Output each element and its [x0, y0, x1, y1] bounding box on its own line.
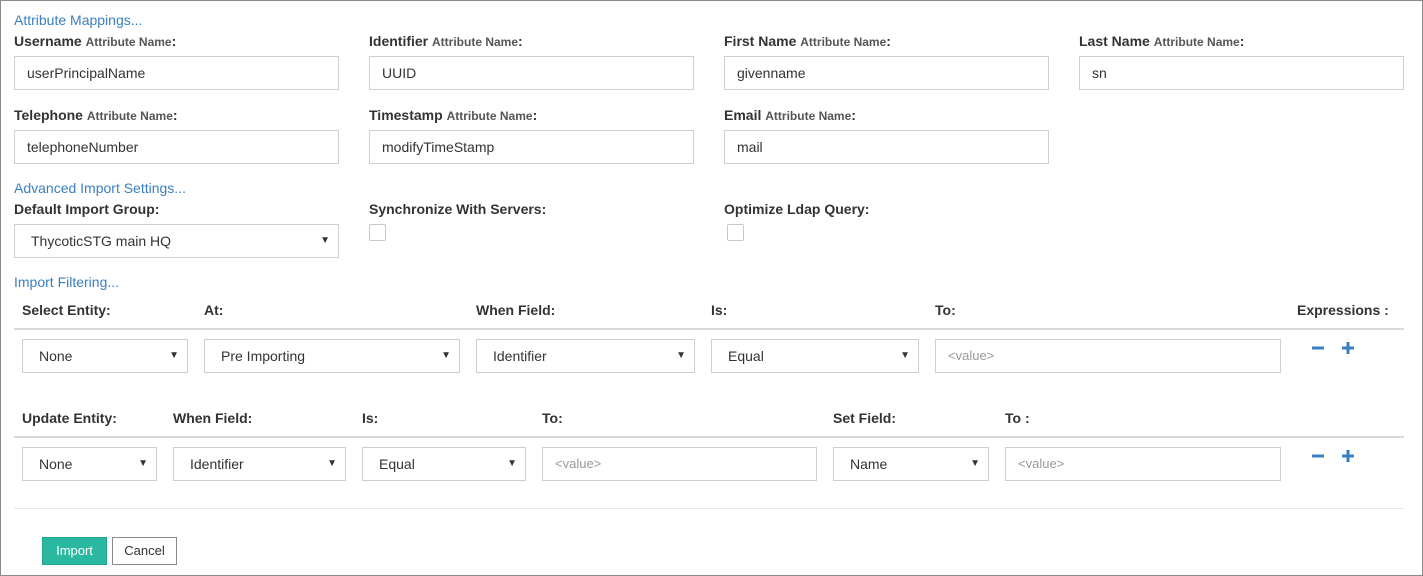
caret-down-icon: ▼: [138, 458, 148, 469]
caret-down-icon: ▼: [441, 350, 451, 361]
filter-at-select[interactable]: Pre Importing ▼: [204, 339, 460, 373]
identifier-input[interactable]: UUID: [369, 56, 694, 90]
set-to-header: To :: [1005, 410, 1030, 426]
cancel-button[interactable]: Cancel: [112, 537, 177, 565]
footer-divider: [14, 508, 1404, 509]
set-field-select[interactable]: Name ▼: [833, 447, 989, 481]
update-is-select[interactable]: Equal ▼: [362, 447, 526, 481]
update-field-value: Identifier: [190, 456, 244, 472]
caret-down-icon: ▼: [900, 350, 910, 361]
when-field-header: When Field:: [476, 302, 556, 318]
is-header: Is:: [711, 302, 728, 318]
add-filter-plus-icon[interactable]: [1341, 341, 1355, 355]
filter-entity-value: None: [39, 348, 73, 364]
update-entity-value: None: [39, 456, 73, 472]
caret-down-icon: ▼: [327, 458, 337, 469]
username-label: Username Attribute Name:: [14, 33, 177, 49]
caret-down-icon: ▼: [169, 350, 179, 361]
attribute-mappings-link[interactable]: Attribute Mappings...: [14, 12, 142, 28]
set-field-header: Set Field:: [833, 410, 897, 426]
update-when-field-header: When Field:: [173, 410, 253, 426]
first-name-label: First Name Attribute Name:: [724, 33, 891, 49]
identifier-label: Identifier Attribute Name:: [369, 33, 523, 49]
update-to-header: To:: [542, 410, 563, 426]
default-import-group-select[interactable]: ThycoticSTG main HQ ▼: [14, 224, 339, 258]
telephone-label: Telephone Attribute Name:: [14, 107, 178, 123]
filter-is-select[interactable]: Equal ▼: [711, 339, 919, 373]
import-button[interactable]: Import: [42, 537, 107, 565]
synchronize-servers-label: Synchronize With Servers:: [369, 201, 547, 217]
update-entity-select[interactable]: None ▼: [22, 447, 157, 481]
filter-field-value: Identifier: [493, 348, 547, 364]
filter-header-divider: [14, 328, 1404, 330]
set-field-value: Name: [850, 456, 888, 472]
default-import-group-label: Default Import Group:: [14, 201, 160, 217]
filter-field-select[interactable]: Identifier ▼: [476, 339, 695, 373]
telephone-input[interactable]: telephoneNumber: [14, 130, 339, 164]
filter-to-input[interactable]: <value>: [935, 339, 1281, 373]
optimize-ldap-label: Optimize Ldap Query:: [724, 201, 870, 217]
default-import-group-value: ThycoticSTG main HQ: [31, 233, 172, 249]
import-form: Attribute Mappings... Username Attribute…: [0, 0, 1423, 576]
caret-down-icon: ▼: [676, 350, 686, 361]
update-to-input[interactable]: <value>: [542, 447, 817, 481]
expressions-header: Expressions :: [1297, 302, 1389, 318]
add-update-plus-icon[interactable]: [1341, 449, 1355, 463]
filter-entity-select[interactable]: None ▼: [22, 339, 188, 373]
caret-down-icon: ▼: [970, 458, 980, 469]
filter-is-value: Equal: [728, 348, 764, 364]
update-header-divider: [14, 436, 1404, 438]
caret-down-icon: ▼: [507, 458, 517, 469]
at-header: At:: [204, 302, 224, 318]
email-input[interactable]: mail: [724, 130, 1049, 164]
optimize-ldap-checkbox[interactable]: [727, 224, 744, 241]
timestamp-input[interactable]: modifyTimeStamp: [369, 130, 694, 164]
synchronize-servers-checkbox[interactable]: [369, 224, 386, 241]
update-entity-header: Update Entity:: [22, 410, 117, 426]
last-name-input[interactable]: sn: [1079, 56, 1404, 90]
username-input[interactable]: userPrincipalName: [14, 56, 339, 90]
filter-at-value: Pre Importing: [221, 348, 306, 364]
update-field-select[interactable]: Identifier ▼: [173, 447, 346, 481]
to-header: To:: [935, 302, 956, 318]
last-name-label: Last Name Attribute Name:: [1079, 33, 1245, 49]
select-entity-header: Select Entity:: [22, 302, 111, 318]
timestamp-label: Timestamp Attribute Name:: [369, 107, 538, 123]
set-to-input[interactable]: <value>: [1005, 447, 1281, 481]
first-name-input[interactable]: givenname: [724, 56, 1049, 90]
email-label: Email Attribute Name:: [724, 107, 856, 123]
update-is-value: Equal: [379, 456, 415, 472]
update-is-header: Is:: [362, 410, 379, 426]
advanced-import-settings-link[interactable]: Advanced Import Settings...: [14, 180, 186, 196]
caret-down-icon: ▼: [320, 235, 330, 246]
remove-update-minus-icon[interactable]: [1311, 449, 1325, 463]
remove-filter-minus-icon[interactable]: [1311, 341, 1325, 355]
import-filtering-link[interactable]: Import Filtering...: [14, 274, 119, 290]
